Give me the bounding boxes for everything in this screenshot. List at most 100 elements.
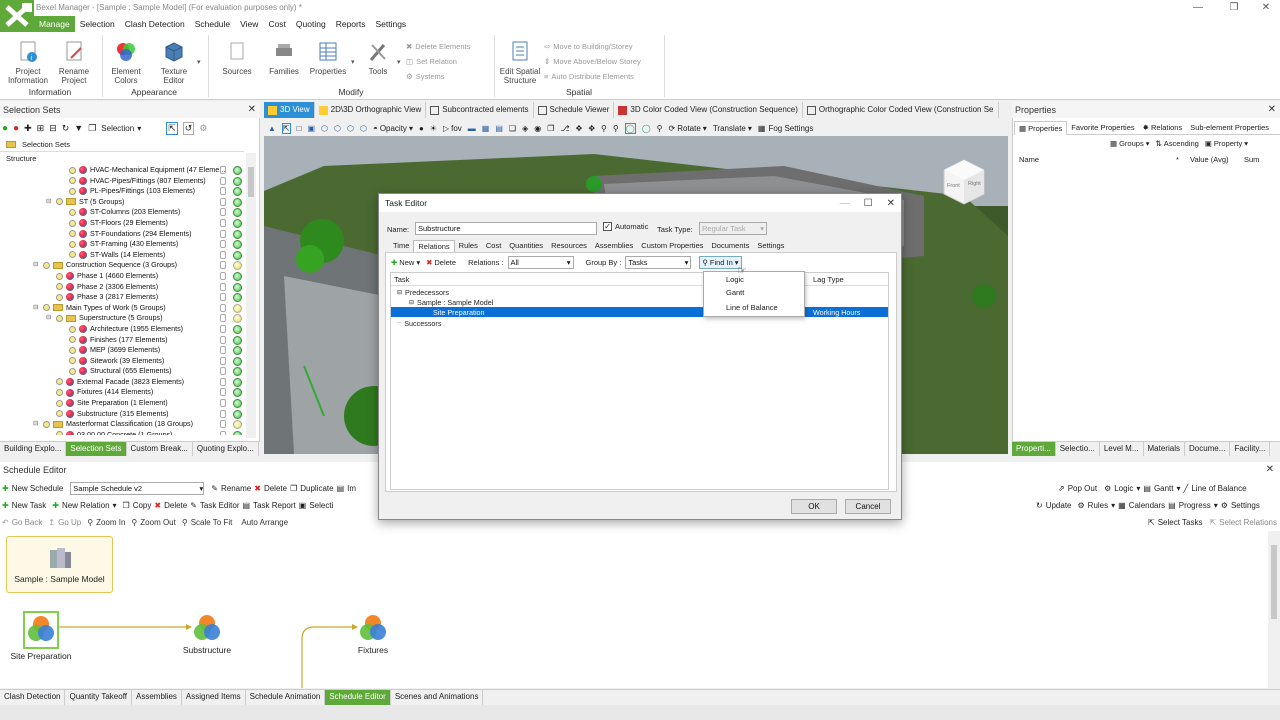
gantt-button[interactable]: Gantt bbox=[1154, 480, 1174, 497]
menu-item-logic[interactable]: Logic bbox=[704, 272, 804, 287]
collapse-icon[interactable]: ⊟ bbox=[33, 260, 38, 271]
logic-button[interactable]: Logic bbox=[1114, 480, 1133, 497]
task-node-substructure[interactable]: Substructure bbox=[174, 613, 240, 655]
task-report-button[interactable]: Task Report bbox=[253, 497, 296, 514]
tab-building-explorer[interactable]: Building Explo... bbox=[0, 441, 67, 456]
tree-item[interactable]: HVAC-Pipes/Fittings (807 Elements) bbox=[0, 176, 244, 187]
tab-clash-detection[interactable]: Clash Detection bbox=[0, 689, 66, 705]
bulb-icon[interactable] bbox=[56, 378, 63, 386]
tree-item[interactable]: ST-Columns (203 Elements) bbox=[0, 207, 244, 218]
bulb-icon[interactable] bbox=[69, 325, 76, 333]
visibility-status-icon[interactable] bbox=[233, 176, 242, 186]
column-lag-type[interactable]: Lag Type bbox=[813, 275, 844, 284]
bulb-icon[interactable] bbox=[69, 166, 76, 174]
move-above-below-storey-button[interactable]: ⇕ Move Above/Below Storey bbox=[544, 55, 660, 69]
new-folder-icon[interactable]: ✚ bbox=[24, 123, 32, 134]
lock-icon[interactable] bbox=[220, 367, 226, 376]
bulb-icon[interactable] bbox=[56, 272, 63, 280]
bulb-icon[interactable] bbox=[43, 304, 50, 312]
scrollbar-thumb[interactable] bbox=[1271, 545, 1277, 619]
tab-rules[interactable]: Rules bbox=[455, 240, 482, 252]
menu-item-line-of-balance[interactable]: Line of Balance bbox=[704, 302, 804, 317]
tree-item[interactable]: PL-Pipes/Fittings (103 Elements) bbox=[0, 186, 244, 197]
tree-item[interactable]: ⊟ Masterformat Classification (18 Groups) bbox=[0, 419, 244, 430]
tab-cost[interactable]: Cost bbox=[482, 240, 505, 252]
box-icon[interactable]: ⬡ bbox=[360, 124, 367, 133]
visibility-status-icon[interactable] bbox=[233, 282, 242, 292]
delete-relation-button[interactable]: ✖ Delete bbox=[426, 258, 456, 267]
zoom-out-button[interactable]: Zoom Out bbox=[140, 514, 176, 531]
tree-scrollbar[interactable] bbox=[246, 153, 256, 438]
tab-sub-element-properties[interactable]: Sub-element Properties bbox=[1186, 123, 1273, 132]
texture-editor-dropdown-icon[interactable]: ▾ bbox=[197, 58, 201, 66]
select-tasks-button[interactable]: Select Tasks bbox=[1158, 514, 1203, 531]
lock-icon[interactable] bbox=[220, 176, 226, 185]
schedule-select[interactable]: Sample Schedule v2 ▾ bbox=[70, 482, 205, 495]
logic-canvas[interactable]: Sample : Sample Model Site Preparation S… bbox=[0, 531, 1266, 688]
expand-icon[interactable]: ⊞ bbox=[37, 123, 45, 134]
visibility-status-icon[interactable] bbox=[233, 314, 242, 324]
translate-dropdown[interactable]: Translate ▾ bbox=[713, 124, 752, 133]
visibility-status-icon[interactable] bbox=[233, 250, 242, 260]
lock-icon[interactable] bbox=[220, 218, 226, 227]
sources-button[interactable]: Sources bbox=[218, 40, 256, 76]
light-icon[interactable]: ☀ bbox=[430, 124, 437, 133]
lock-icon[interactable] bbox=[220, 388, 226, 397]
bulb-icon[interactable] bbox=[69, 357, 76, 365]
menu-selection[interactable]: Selection bbox=[75, 16, 120, 32]
bulb-icon[interactable] bbox=[56, 293, 63, 301]
task-editor-button[interactable]: Task Editor bbox=[200, 497, 240, 514]
level-icon[interactable]: ▬ bbox=[468, 124, 476, 133]
visibility-status-icon[interactable] bbox=[233, 430, 242, 435]
copy-button[interactable]: Copy bbox=[133, 497, 152, 514]
lock-icon[interactable] bbox=[220, 208, 226, 217]
chevron-down-icon[interactable]: ▾ bbox=[1214, 497, 1218, 514]
zoom-window-icon[interactable]: ⚲ bbox=[613, 124, 619, 133]
collapse-icon[interactable]: ⊟ bbox=[33, 303, 38, 314]
settings-button[interactable]: Settings bbox=[1231, 497, 1260, 514]
minimize-icon[interactable]: — bbox=[840, 198, 850, 209]
tree-item[interactable]: Finishes (177 Elements) bbox=[0, 335, 244, 346]
chevron-down-icon[interactable]: ▾ bbox=[1136, 480, 1140, 497]
column-name[interactable]: Name bbox=[1019, 155, 1039, 164]
clip-icon[interactable]: ❏ bbox=[509, 124, 516, 133]
new-relation-dropdown[interactable]: ✚ New ▾ bbox=[391, 258, 420, 267]
bulb-icon[interactable] bbox=[69, 336, 76, 344]
delete-task-button[interactable]: Delete bbox=[164, 497, 187, 514]
tree-item[interactable]: Phase 3 (2817 Elements) bbox=[0, 292, 244, 303]
column-value-avg[interactable]: Value (Avg) bbox=[1190, 155, 1229, 164]
tab-quantities[interactable]: Quantities bbox=[505, 240, 547, 252]
collapse-icon[interactable]: ⊟ bbox=[46, 313, 51, 324]
view-cube-top-icon[interactable]: ⬡ bbox=[334, 124, 341, 133]
tree-item[interactable]: Phase 1 (4660 Elements) bbox=[0, 271, 244, 282]
import-button[interactable]: Im bbox=[347, 480, 356, 497]
collapse-icon[interactable]: ⊟ bbox=[49, 123, 57, 134]
close-window-icon[interactable]: ✕ bbox=[1258, 1, 1274, 15]
visibility-status-icon[interactable] bbox=[233, 187, 242, 197]
visibility-status-icon[interactable] bbox=[233, 367, 242, 377]
tab-assemblies[interactable]: Assemblies bbox=[132, 689, 182, 705]
visibility-status-icon[interactable] bbox=[233, 324, 242, 334]
select-tool-icon[interactable]: ▲ bbox=[268, 124, 276, 133]
orbit-icon[interactable]: ◯ bbox=[624, 122, 636, 134]
lock-icon[interactable] bbox=[220, 250, 226, 259]
tab-materials[interactable]: Materials bbox=[1143, 441, 1185, 456]
sync-icon[interactable]: ↺ bbox=[182, 121, 195, 135]
grid-plane-icon[interactable]: ▦ bbox=[482, 124, 490, 133]
line-of-balance-button[interactable]: Line of Balance bbox=[1191, 480, 1246, 497]
lock-icon[interactable] bbox=[220, 229, 226, 238]
chevron-down-icon[interactable]: ▾ bbox=[113, 497, 117, 514]
section-icon[interactable]: ▣ bbox=[307, 124, 315, 133]
lock-icon[interactable] bbox=[220, 346, 226, 355]
collapse-icon[interactable]: ⊟ bbox=[33, 419, 38, 430]
lock-icon[interactable] bbox=[220, 314, 226, 323]
remove-set-icon[interactable]: ● bbox=[13, 123, 19, 134]
task-node-fixtures[interactable]: Fixtures bbox=[348, 613, 398, 655]
tab-subcontracted-elements[interactable]: Subcontracted elements bbox=[426, 102, 534, 118]
lock-icon[interactable] bbox=[220, 261, 226, 270]
pointer-icon[interactable]: ⇱ bbox=[281, 122, 291, 134]
go-back-button[interactable]: Go Back bbox=[12, 514, 43, 531]
tree-item[interactable]: ⊟ Construction Sequence (3 Groups) bbox=[0, 260, 244, 271]
measure-icon[interactable]: ⎇ bbox=[560, 124, 569, 133]
lock-icon[interactable] bbox=[220, 399, 226, 408]
